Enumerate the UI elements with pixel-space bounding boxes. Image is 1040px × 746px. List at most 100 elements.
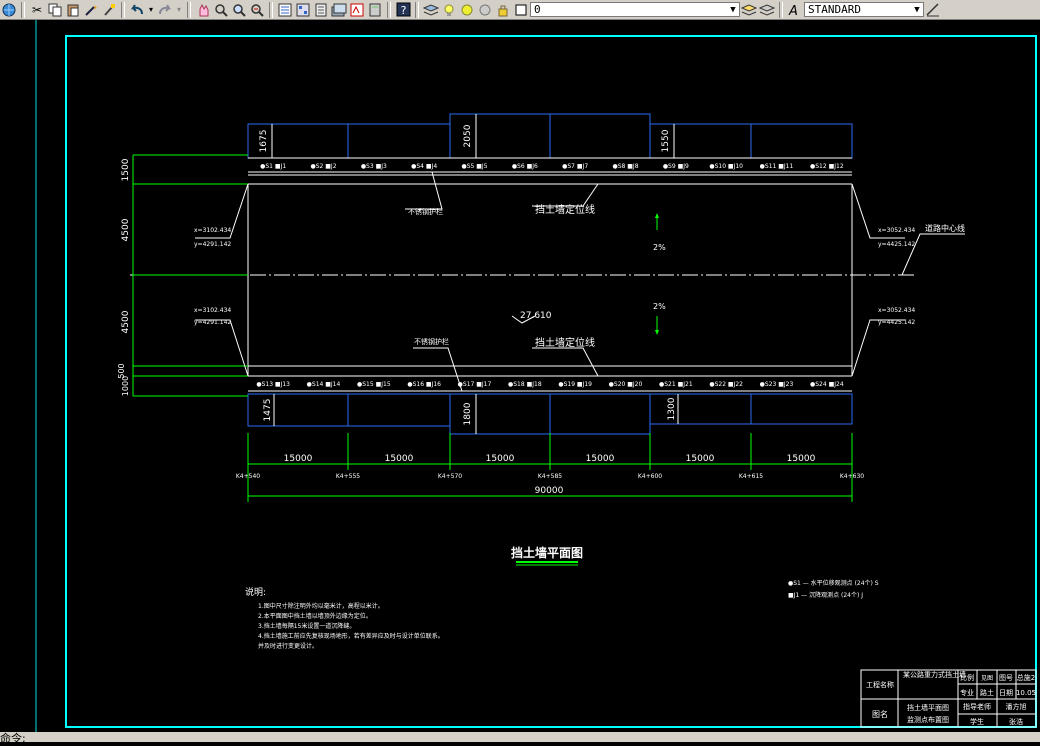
toolbar-separator bbox=[21, 1, 25, 18]
station-label: ●S15 ■J15 bbox=[357, 381, 391, 388]
tb-scale-value: 见图 bbox=[981, 675, 993, 682]
tb-student-label: 学生 bbox=[970, 717, 984, 726]
layer-lock-icon[interactable] bbox=[495, 2, 511, 18]
note-4: 4.挡土墙施工前应先复核现场地形，若有差异应及时与设计单位联系。 bbox=[258, 632, 444, 640]
station-label: ●S3 ■J3 bbox=[361, 163, 387, 170]
chainage-4: K4+585 bbox=[538, 473, 562, 480]
tb-sheet-value: 总施2 bbox=[1017, 673, 1035, 682]
tb-advisor-value: 潘方旭 bbox=[1006, 702, 1027, 711]
match-properties-icon[interactable] bbox=[101, 2, 117, 18]
coord-left-bottom-y: y=4291.142 bbox=[194, 319, 231, 326]
span-label-4: 15000 bbox=[586, 454, 615, 464]
note-5: 并及时进行变更设计。 bbox=[258, 642, 318, 650]
bottom-height-3: 1300 bbox=[667, 397, 677, 420]
cad-drawing: ●S1 ■J1 ●S2 ■J2 ●S3 ■J3 ●S4 ■J4 ●S5 ■J5 ●S6 ■… bbox=[35, 20, 1037, 732]
station-label: ●S21 ■J21 bbox=[659, 381, 693, 388]
text-style-combo[interactable]: STANDARD ▼ bbox=[804, 2, 924, 17]
chainage-5: K4+600 bbox=[638, 473, 662, 480]
guardrail-label-bottom: 不锈钢护栏 bbox=[414, 337, 449, 346]
left-dimension-lines bbox=[132, 154, 248, 397]
dimension-style-icon[interactable] bbox=[925, 2, 941, 18]
coord-right-bottom-x: x=3052.434 bbox=[878, 307, 915, 314]
layer-on-icon[interactable] bbox=[441, 2, 457, 18]
coord-left-top-x: x=3102.434 bbox=[194, 227, 231, 234]
station-label: ●S22 ■J22 bbox=[709, 381, 743, 388]
station-label: ●S14 ■J14 bbox=[307, 381, 341, 388]
left-dim-5: 1000 bbox=[121, 376, 130, 396]
redo-dropdown-icon[interactable]: ▾ bbox=[175, 2, 183, 18]
command-line[interactable]: 命令: bbox=[0, 732, 1040, 745]
tb-sheet-label: 图号 bbox=[999, 674, 1013, 682]
zoom-window-icon[interactable] bbox=[231, 2, 247, 18]
coord-left-top-y: y=4291.142 bbox=[194, 241, 231, 248]
calculator-icon[interactable] bbox=[367, 2, 383, 18]
layer-states-icon[interactable] bbox=[759, 2, 775, 18]
pan-icon[interactable] bbox=[195, 2, 211, 18]
tb-major-value: 路土 bbox=[980, 688, 994, 697]
station-label: ●S9 ■J9 bbox=[663, 163, 689, 170]
station-label: ●S23 ■J23 bbox=[760, 381, 794, 388]
chevron-down-icon[interactable]: ▼ bbox=[727, 5, 739, 15]
tb-date-value: 10.05 bbox=[1016, 689, 1036, 697]
layer-manager-icon[interactable] bbox=[423, 2, 439, 18]
tb-student-value: 张浩 bbox=[1009, 717, 1023, 726]
chainage-2: K4+555 bbox=[336, 473, 360, 480]
svg-text:A: A bbox=[788, 4, 798, 17]
layer-vp-icon[interactable] bbox=[477, 2, 493, 18]
station-label: ●S1 ■J1 bbox=[260, 163, 286, 170]
station-label: ●S11 ■J11 bbox=[760, 163, 794, 170]
span-label-2: 15000 bbox=[385, 454, 414, 464]
layer-previous-icon[interactable] bbox=[741, 2, 757, 18]
station-label: ●S4 ■J4 bbox=[411, 163, 437, 170]
tb-major-label: 专业 bbox=[960, 688, 974, 697]
text-style-icon[interactable]: A bbox=[787, 2, 803, 18]
legend-1: ●S1 — 水平位移观测点 (24个) S bbox=[788, 579, 879, 587]
station-label: ●S16 ■J16 bbox=[407, 381, 441, 388]
tb-drawing-label: 图名 bbox=[872, 709, 888, 719]
elevation-label: 27.610 bbox=[520, 311, 552, 321]
zoom-previous-icon[interactable] bbox=[249, 2, 265, 18]
help-icon[interactable]: ? bbox=[395, 2, 411, 18]
model-space[interactable]: ●S1 ■J1 ●S2 ■J2 ●S3 ■J3 ●S4 ■J4 ●S5 ■J5 ●S6 ■… bbox=[0, 20, 1040, 732]
design-center-icon[interactable] bbox=[295, 2, 311, 18]
layer-combo[interactable]: 0 ▼ bbox=[530, 2, 740, 17]
toolbar-separator bbox=[187, 1, 191, 18]
guardrail-label-top: 不锈钢护栏 bbox=[408, 207, 443, 216]
layer-color-icon[interactable] bbox=[513, 2, 529, 18]
slope-bottom: 2% bbox=[653, 302, 666, 311]
centerline-label: 道路中心线 bbox=[925, 223, 965, 233]
top-wall-segments bbox=[247, 113, 853, 159]
bottom-wall-segments bbox=[247, 393, 853, 435]
span-label-1: 15000 bbox=[284, 454, 313, 464]
undo-icon[interactable] bbox=[129, 2, 145, 18]
station-label: ●S7 ■J7 bbox=[562, 163, 588, 170]
tb-project-name: 某公路重力式挡土墙 bbox=[903, 670, 966, 679]
tb-project-label: 工程名称 bbox=[866, 680, 894, 689]
coord-right-top-x: x=3052.434 bbox=[878, 227, 915, 234]
station-label: ●S13 ■J13 bbox=[256, 381, 290, 388]
layer-freeze-icon[interactable] bbox=[459, 2, 475, 18]
properties-icon[interactable] bbox=[277, 2, 293, 18]
globe-icon[interactable] bbox=[1, 2, 17, 18]
span-label-3: 15000 bbox=[486, 454, 515, 464]
left-dim-3: 4500 bbox=[121, 310, 131, 333]
span-label-5: 15000 bbox=[686, 454, 715, 464]
wall-line-label-top: 挡土墙定位线 bbox=[535, 203, 595, 216]
chevron-down-icon[interactable]: ▼ bbox=[911, 5, 923, 15]
bottom-station-labels: ●S13 ■J13 ●S14 ■J14 ●S15 ■J15 ●S16 ■J16 ●S17… bbox=[256, 381, 844, 388]
station-label: ●S6 ■J6 bbox=[512, 163, 538, 170]
tb-advisor-label: 指导老师 bbox=[963, 702, 991, 711]
redo-icon[interactable] bbox=[157, 2, 173, 18]
copy-icon[interactable] bbox=[47, 2, 63, 18]
cut-icon[interactable]: ✂ bbox=[29, 2, 45, 18]
markup-icon[interactable] bbox=[349, 2, 365, 18]
note-1: 1.图中尺寸除注明外均以毫米计，高程以米计。 bbox=[258, 602, 384, 610]
undo-dropdown-icon[interactable]: ▾ bbox=[147, 2, 155, 18]
paste-icon[interactable] bbox=[65, 2, 81, 18]
left-dim-2: 4500 bbox=[121, 218, 131, 241]
sheet-set-icon[interactable] bbox=[331, 2, 347, 18]
zoom-realtime-icon[interactable] bbox=[213, 2, 229, 18]
top-height-2: 2050 bbox=[463, 124, 473, 147]
tool-palettes-icon[interactable] bbox=[313, 2, 329, 18]
brush-icon[interactable] bbox=[83, 2, 99, 18]
